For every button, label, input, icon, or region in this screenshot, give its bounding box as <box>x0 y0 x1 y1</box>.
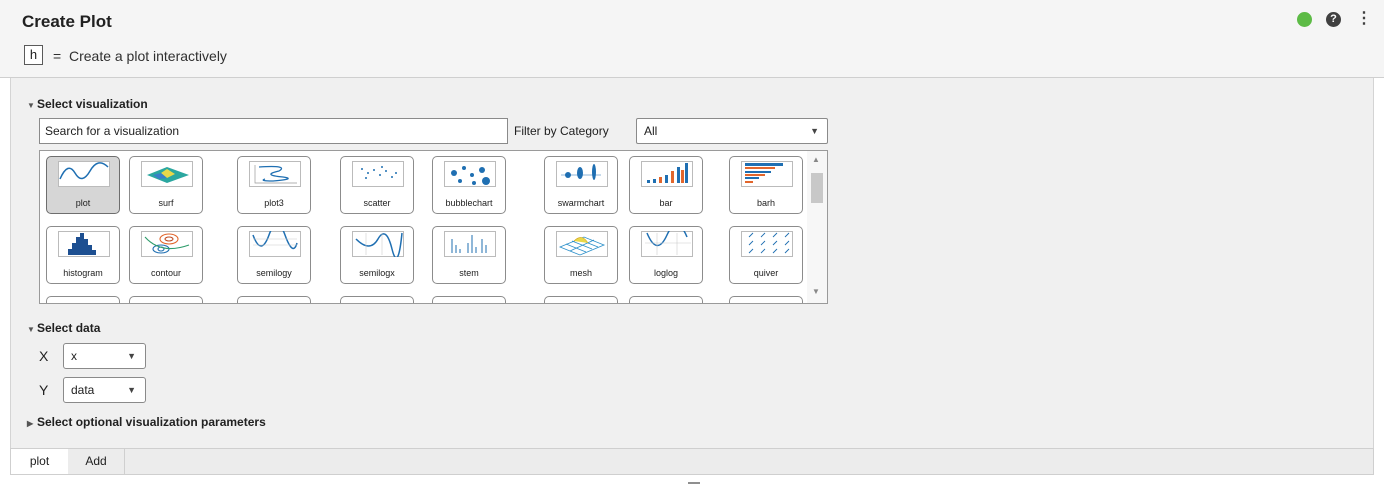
chevron-down-icon: ▼ <box>127 351 136 361</box>
gallery-item-label: barh <box>756 198 775 208</box>
semilogx-icon <box>352 231 404 257</box>
plot-icon <box>58 161 110 187</box>
filter-selected-value: All <box>644 124 658 138</box>
gallery-item-histogram[interactable]: histogram <box>46 226 120 284</box>
gallery-item-label: semilogy <box>256 268 292 278</box>
help-icon[interactable]: ? <box>1326 12 1341 27</box>
gallery-item-plot3[interactable]: plot3 <box>237 156 311 214</box>
gallery-item-label: contour <box>150 268 182 278</box>
gallery-item-partial[interactable] <box>129 296 203 303</box>
quiver-icon <box>741 231 793 257</box>
y-axis-label: Y <box>39 382 49 398</box>
filter-label: Filter by Category <box>514 124 609 138</box>
scatter-icon <box>352 161 404 187</box>
histogram-icon <box>58 231 110 257</box>
y-data-dropdown[interactable]: data ▼ <box>63 377 146 403</box>
scroll-down-icon[interactable]: ▼ <box>812 287 820 296</box>
resize-grip[interactable] <box>688 482 700 484</box>
chevron-down-icon: ▼ <box>810 126 819 136</box>
gallery-item-label: plot3 <box>264 198 284 208</box>
collapse-triangle-icon: ▼ <box>27 101 35 110</box>
gallery-item-semilogx[interactable]: semilogx <box>340 226 414 284</box>
tab-plot[interactable]: plot <box>11 449 68 474</box>
collapse-triangle-icon: ▼ <box>27 325 35 334</box>
barh-icon <box>741 161 793 187</box>
gallery-item-label: loglog <box>653 268 679 278</box>
section-select-visualization[interactable]: ▼ Select visualization <box>27 97 148 111</box>
x-selected-value: x <box>71 349 77 363</box>
search-input[interactable]: Search for a visualization <box>39 118 508 144</box>
gallery-item-partial[interactable] <box>340 296 414 303</box>
tab-add[interactable]: Add <box>68 449 125 474</box>
section-label: Select visualization <box>37 97 148 111</box>
header-bar: Create Plot h = Create a plot interactiv… <box>0 0 1384 78</box>
page-title: Create Plot <box>22 12 112 31</box>
semilogy-icon <box>249 231 301 257</box>
gallery-item-label: mesh <box>569 268 592 278</box>
gallery-item-partial[interactable] <box>237 296 311 303</box>
equals-sign: = <box>53 48 62 64</box>
output-variable-field[interactable]: h <box>24 45 43 65</box>
section-label: Select optional visualization parameters <box>37 415 266 429</box>
gallery-item-label: stem <box>459 268 479 278</box>
gallery-item-stem[interactable]: stem <box>432 226 506 284</box>
gallery-item-partial[interactable] <box>46 296 120 303</box>
plot3-icon <box>249 161 301 187</box>
x-data-dropdown[interactable]: x ▼ <box>63 343 146 369</box>
gallery-item-scatter[interactable]: scatter <box>340 156 414 214</box>
task-description: = Create a plot interactively <box>53 48 227 64</box>
scrollbar-thumb[interactable] <box>811 173 823 203</box>
gallery-item-semilogy[interactable]: semilogy <box>237 226 311 284</box>
bar-icon <box>641 161 693 187</box>
gallery-item-label: swarmchart <box>557 198 605 208</box>
gallery-item-label: quiver <box>753 268 779 278</box>
chevron-down-icon: ▼ <box>127 385 136 395</box>
gallery-item-label: bar <box>659 198 673 208</box>
gallery-item-label: bubblechart <box>445 198 493 208</box>
gallery-scrollbar[interactable]: ▲ ▼ <box>807 151 827 303</box>
more-options-icon[interactable]: ⋮ <box>1356 9 1372 29</box>
gallery-item-label: surf <box>158 198 174 208</box>
gallery-item-label: scatter <box>363 198 391 208</box>
status-indicator-icon <box>1297 12 1312 27</box>
gallery-item-partial[interactable] <box>432 296 506 303</box>
gallery-item-contour[interactable]: contour <box>129 226 203 284</box>
gallery-item-label: semilogx <box>359 268 395 278</box>
bubblechart-icon <box>444 161 496 187</box>
gallery-item-bubblechart[interactable]: bubblechart <box>432 156 506 214</box>
mesh-icon <box>556 231 608 257</box>
stem-icon <box>444 231 496 257</box>
gallery-item-partial[interactable] <box>729 296 803 303</box>
gallery-item-plot[interactable]: plot <box>46 156 120 214</box>
expand-triangle-icon: ▶ <box>27 419 34 428</box>
visualization-gallery: plot surf plot3 scatter bubblechart swarmchar… <box>39 150 828 304</box>
section-select-data[interactable]: ▼ Select data <box>27 321 100 335</box>
gallery-item-label: plot <box>75 198 91 208</box>
loglog-icon <box>641 231 693 257</box>
gallery-item-partial[interactable] <box>629 296 703 303</box>
x-axis-label: X <box>39 348 49 364</box>
description-text: Create a plot interactively <box>68 48 227 64</box>
gallery-item-mesh[interactable]: mesh <box>544 226 618 284</box>
gallery-item-swarmchart[interactable]: swarmchart <box>544 156 618 214</box>
contour-icon <box>141 231 193 257</box>
gallery-item-surf[interactable]: surf <box>129 156 203 214</box>
task-body: ▼ Select visualization Search for a visua… <box>10 78 1374 448</box>
filter-category-dropdown[interactable]: All ▼ <box>636 118 828 144</box>
gallery-item-barh[interactable]: barh <box>729 156 803 214</box>
gallery-item-partial[interactable] <box>544 296 618 303</box>
gallery-item-quiver[interactable]: quiver <box>729 226 803 284</box>
gallery-item-loglog[interactable]: loglog <box>629 226 703 284</box>
section-label: Select data <box>37 321 101 335</box>
gallery-item-bar[interactable]: bar <box>629 156 703 214</box>
scroll-up-icon[interactable]: ▲ <box>812 155 820 164</box>
swarmchart-icon <box>556 161 608 187</box>
gallery-item-label: histogram <box>63 268 103 278</box>
document-tabs: plot Add <box>10 448 1374 475</box>
section-optional-parameters[interactable]: ▶ Select optional visualization parameter… <box>27 415 266 429</box>
surf-icon <box>141 161 193 187</box>
y-selected-value: data <box>71 383 95 397</box>
